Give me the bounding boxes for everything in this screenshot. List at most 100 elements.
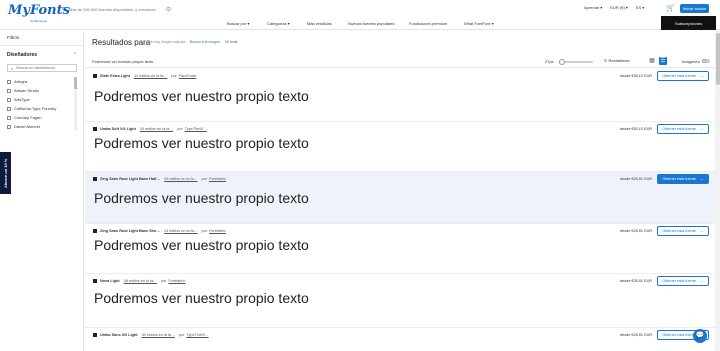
font-styles-link[interactable]: 30 estilos en la fa…	[140, 127, 173, 131]
filters-sidebar: Filtros Diseñadores ⌃ ⌕ Artegra Artisan …	[0, 31, 84, 351]
get-font-button[interactable]: Obtener esta fuente→	[657, 124, 709, 134]
designer-label: Connary Fagen	[14, 115, 42, 120]
designer-search-input[interactable]	[16, 66, 75, 70]
designer-option[interactable]: ArtsType	[7, 95, 73, 104]
font-name[interactable]: Umba Soft XG Light	[100, 127, 136, 131]
results-meta: No hay imagen adjunta Buscar a la imagen…	[149, 40, 237, 44]
camera-icon[interactable]: ⊙	[166, 6, 171, 13]
designer-option[interactable]: Connary Fagen	[7, 113, 73, 122]
scrollbar-thumb[interactable]	[74, 77, 77, 89]
checkbox[interactable]	[7, 97, 11, 102]
font-type-icon	[93, 127, 97, 131]
arrow-right-icon: →	[699, 229, 704, 233]
nav-premium-foundries[interactable]: Fundiciones premium	[409, 21, 447, 26]
grid-icon[interactable]: ▦	[648, 57, 656, 65]
font-name[interactable]: Slate Extra Light	[100, 74, 130, 78]
nav-best-sellers[interactable]: Más vendidas	[307, 21, 332, 26]
font-sample[interactable]: Podremos ver nuestro propio texto	[94, 290, 309, 306]
checkbox[interactable]	[7, 106, 11, 111]
page-scrollbar[interactable]	[715, 31, 720, 351]
foundry-link[interactable]: Fontfabric	[168, 279, 185, 283]
font-meta: Umba Sans XG Light 30 estilos en la fa… …	[93, 333, 209, 337]
foundry-link[interactable]: TypeThirtS…	[185, 127, 207, 131]
font-price: desde €26,51 EUR	[620, 229, 653, 233]
chat-icon[interactable]: 💬	[693, 329, 707, 343]
font-sample[interactable]: Podremos ver nuestro propio texto	[94, 237, 309, 253]
font-name[interactable]: Nova Light	[100, 279, 120, 283]
designer-label: California Type Foundry	[14, 106, 57, 111]
font-styles-link[interactable]: 38 estilos en la fa…	[124, 279, 157, 283]
checkbox[interactable]	[7, 79, 11, 84]
images-toggle[interactable]	[702, 59, 710, 63]
font-meta: Nova Light 38 estilos en la fa… por Font…	[93, 279, 185, 283]
font-name[interactable]: Zing Sans Rust Light Base Half…	[100, 177, 160, 181]
font-name[interactable]: Zing Sans Rust Light Base Sho…	[100, 229, 160, 233]
get-font-button[interactable]: Obtener esta fuente→	[657, 276, 709, 286]
font-styles-link[interactable]: 29 estilos en la fa…	[164, 177, 197, 181]
main-nav: Buscar por ▾ Categorías ▾ Más vendidas N…	[0, 16, 720, 30]
font-sample[interactable]: Podremos ver nuestro propio texto	[94, 135, 309, 151]
nav-fontfont[interactable]: What FontFont ▾	[464, 21, 494, 26]
foundry-link[interactable]: FaraFonte	[179, 74, 197, 78]
designer-list: Artegra Artisan Studio ArtsType Californ…	[7, 77, 73, 131]
preview-text-input[interactable]: Podremos ver nuestro propio texto	[92, 59, 153, 64]
designers-heading[interactable]: Diseñadores	[7, 52, 37, 58]
foundry-link[interactable]: Fontfabric	[209, 177, 226, 181]
get-font-button[interactable]: Obtener esta fuente→	[657, 226, 709, 236]
font-meta: Zing Sans Rust Light Base Half… 29 estil…	[93, 177, 226, 181]
search-by-image-link[interactable]: Buscar a la imagen	[190, 40, 220, 44]
by-label: por	[160, 279, 167, 283]
font-price: desde €26,51 EUR	[620, 279, 653, 283]
font-name[interactable]: Umba Sans XG Light	[100, 333, 138, 337]
search-input[interactable]	[69, 6, 164, 12]
search-icon: ⌕	[11, 65, 14, 71]
slider-knob[interactable]	[559, 59, 566, 65]
designer-label: Artegra	[14, 79, 28, 84]
checkbox[interactable]	[7, 115, 11, 120]
font-styles-link[interactable]: 24 estilos en la fa…	[164, 229, 197, 233]
font-result-row[interactable]: Nova Light 38 estilos en la fa… por Font…	[85, 274, 715, 328]
foundry-link[interactable]: TypeThirtS…	[186, 333, 208, 337]
font-result-row[interactable]: Umba Soft XG Light 30 estilos en la fa… …	[85, 122, 715, 172]
font-sample[interactable]: Podremos ver nuestro propio texto	[94, 88, 309, 104]
font-meta: Slate Extra Light 12 estilos en la fa… p…	[93, 74, 196, 78]
cart-icon[interactable]: 🛒	[666, 4, 675, 12]
learn-menu[interactable]: Aprende ▾	[584, 5, 602, 10]
reset-button[interactable]: ↻ Restablecer	[604, 58, 630, 63]
font-result-row[interactable]: Umba Sans XG Light 30 estilos en la fa… …	[85, 328, 715, 351]
designer-option[interactable]: California Type Foundry	[7, 104, 73, 113]
nav-search-by[interactable]: Buscar por ▾	[227, 21, 249, 26]
font-styles-link[interactable]: 30 estilos en la fa…	[142, 333, 175, 337]
scrollbar-thumb[interactable]	[715, 33, 720, 85]
font-result-row[interactable]: Zing Sans Rust Light Base Half… 29 estil…	[85, 172, 715, 224]
designer-option[interactable]: Daniel Abecret	[7, 122, 73, 131]
size-slider[interactable]	[559, 59, 593, 65]
designer-option[interactable]: Artisan Studio	[7, 86, 73, 95]
font-result-row[interactable]: Zing Sans Rust Light Base Sho… 24 estilo…	[85, 224, 715, 274]
checkbox[interactable]	[7, 88, 11, 93]
top-utility-nav: Aprende ▾ EUR (€) ▾ ES ▾	[584, 5, 644, 10]
login-button[interactable]: Iniciar sesión	[680, 4, 709, 13]
list-icon[interactable]: ☰	[659, 57, 667, 65]
designer-option[interactable]: Artegra	[7, 77, 73, 86]
font-styles-link[interactable]: 12 estilos en la fa…	[134, 74, 167, 78]
font-sample[interactable]: Podremos ver nuestro propio texto	[94, 190, 309, 206]
designer-search: ⌕	[7, 64, 77, 72]
toggle-knob	[702, 59, 706, 63]
currency-menu[interactable]: EUR (€) ▾	[610, 5, 628, 10]
nav-new-popular[interactable]: Nuevas fuentes populares	[348, 21, 394, 26]
get-font-button[interactable]: Obtener esta fuente→	[657, 174, 709, 184]
font-type-icon	[93, 74, 97, 78]
designer-list-scrollbar[interactable]	[74, 77, 77, 131]
promo-tab[interactable]: Ahorre un 10 %	[0, 152, 11, 194]
foundry-link[interactable]: Fontfabric	[209, 229, 226, 233]
language-menu[interactable]: ES ▾	[636, 5, 644, 10]
font-result-row[interactable]: Slate Extra Light 12 estilos en la fa… p…	[85, 69, 715, 122]
checkbox[interactable]	[7, 124, 11, 129]
subscriptions-button[interactable]: Subscripciones	[661, 16, 716, 30]
results-count: 90 fonts	[224, 40, 238, 44]
font-type-icon	[93, 229, 97, 233]
get-font-button[interactable]: Obtener esta fuente→	[657, 71, 709, 81]
chevron-up-icon[interactable]: ⌃	[73, 52, 77, 58]
nav-categories[interactable]: Categorías ▾	[267, 21, 290, 26]
